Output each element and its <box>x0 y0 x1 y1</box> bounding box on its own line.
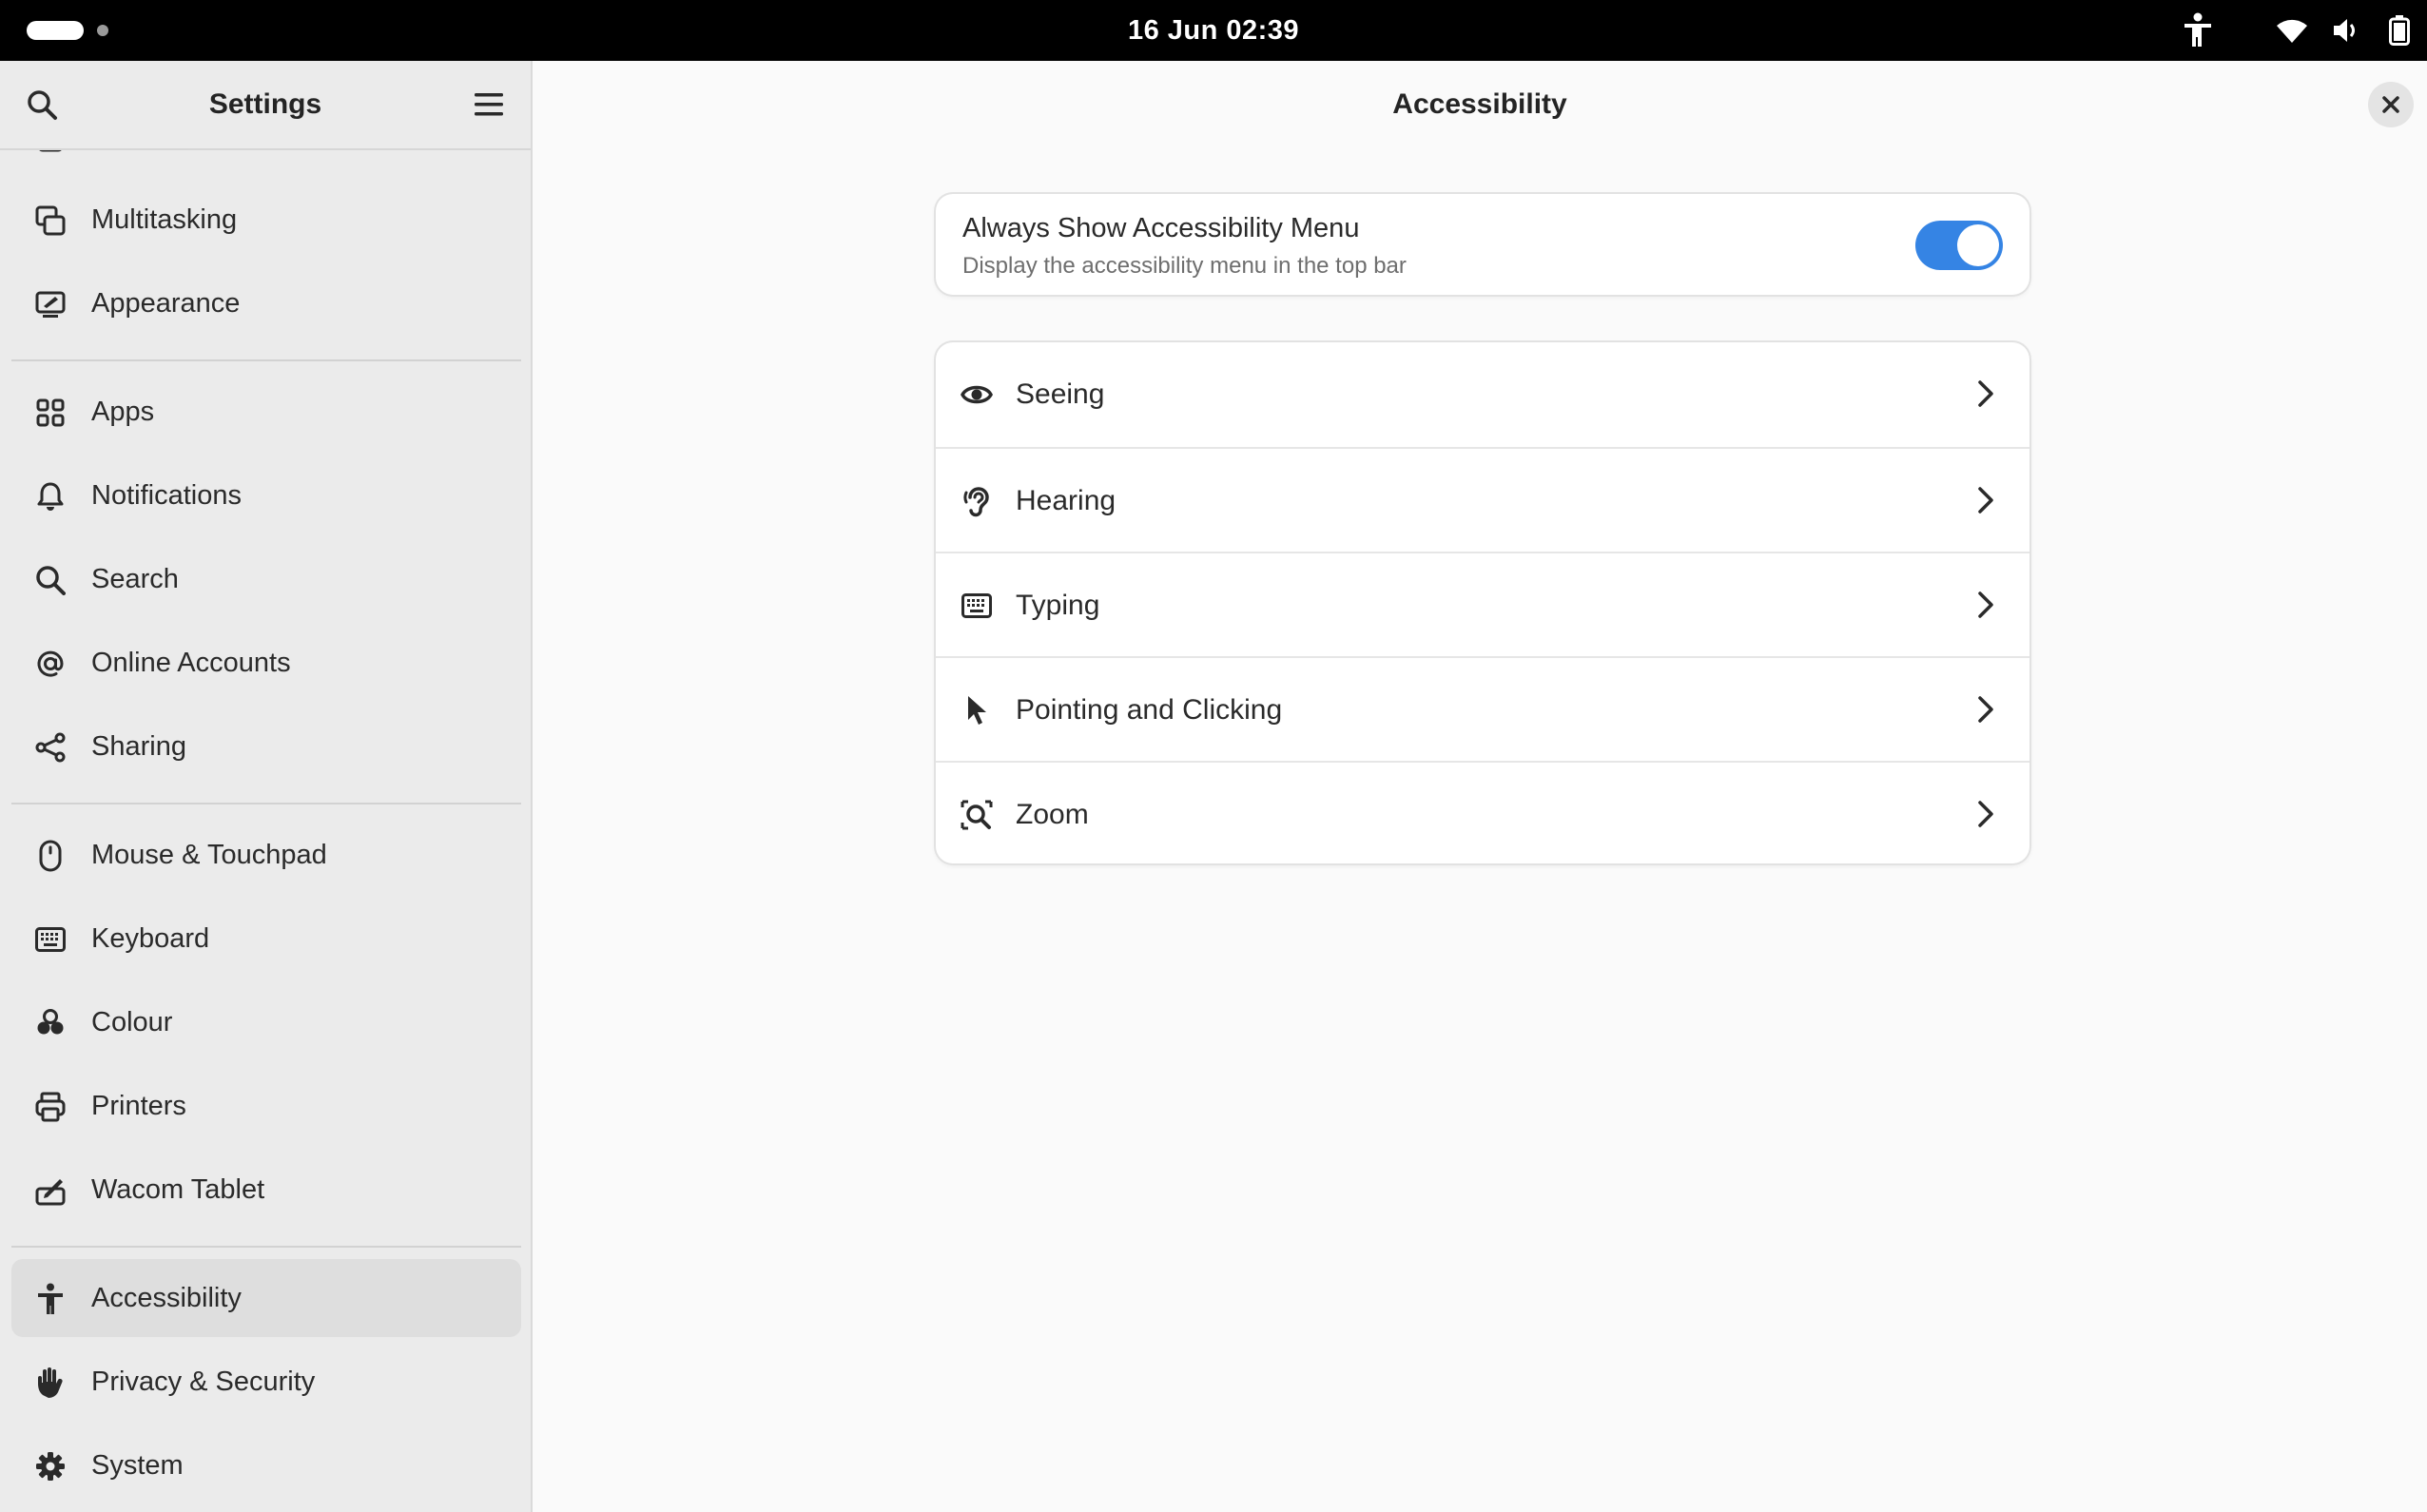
sidebar-item-sharing[interactable]: Sharing <box>11 708 521 785</box>
row-label: Zoom <box>1016 799 1089 830</box>
accessibility-icon <box>34 1283 67 1315</box>
sidebar-item-label: System <box>91 1449 184 1481</box>
sidebar-item-keyboard[interactable]: Keyboard <box>11 900 521 978</box>
row-typing[interactable]: Typing <box>936 552 2029 658</box>
row-pointing-clicking[interactable]: Pointing and Clicking <box>936 656 2029 763</box>
chevron-right-icon <box>1969 588 2003 622</box>
apps-icon <box>34 397 67 429</box>
sidebar-item-label: Printers <box>91 1090 186 1121</box>
sidebar-item-label: Search <box>91 563 179 594</box>
wifi-icon[interactable] <box>2275 16 2309 45</box>
toggle-title: Always Show Accessibility Menu <box>962 213 1360 243</box>
chevron-right-icon <box>1969 377 2003 411</box>
always-show-menu-row[interactable]: Always Show Accessibility Menu Display t… <box>936 194 2029 295</box>
chevron-right-icon <box>1969 797 2003 831</box>
row-seeing[interactable]: Seeing <box>936 342 2029 447</box>
sidebar: Settings Multitasking Appearance Apps No… <box>0 61 533 1512</box>
sidebar-item-label: Multitasking <box>91 204 238 235</box>
sidebar-item-apps[interactable]: Apps <box>11 373 521 451</box>
search-icon <box>34 564 67 596</box>
content-pane: Accessibility Always Show Accessibility … <box>533 61 2427 1512</box>
sidebar-item-search[interactable]: Search <box>11 540 521 618</box>
at-icon <box>34 648 67 680</box>
tablet-icon <box>34 1174 67 1207</box>
top-bar: 16 Jun 02:39 <box>0 0 2427 61</box>
sidebar-item-mouse-touchpad[interactable]: Mouse & Touchpad <box>11 816 521 894</box>
sidebar-item-label: Wacom Tablet <box>91 1173 265 1205</box>
volume-icon[interactable] <box>2332 16 2360 45</box>
chevron-right-icon <box>1969 692 2003 727</box>
row-hearing[interactable]: Hearing <box>936 447 2029 553</box>
pointer-icon <box>961 694 993 727</box>
sidebar-item-label: Keyboard <box>91 922 210 954</box>
share-icon <box>34 731 67 764</box>
battery-icon[interactable] <box>2389 15 2410 46</box>
sidebar-item-wacom-tablet[interactable]: Wacom Tablet <box>11 1151 521 1229</box>
hand-icon <box>34 1367 67 1399</box>
system-status-area[interactable] <box>2182 0 2410 61</box>
switch-knob <box>1957 224 1999 266</box>
sidebar-item-label: Privacy & Security <box>91 1366 316 1397</box>
chevron-right-icon <box>1969 483 2003 517</box>
sidebar-item-privacy-security[interactable]: Privacy & Security <box>11 1343 521 1421</box>
ear-icon <box>961 485 993 517</box>
row-label: Pointing and Clicking <box>1016 694 1283 726</box>
sidebar-item-label: Online Accounts <box>91 647 291 678</box>
always-show-menu-switch[interactable] <box>1915 221 2003 270</box>
clock[interactable]: 16 Jun 02:39 <box>0 0 2427 61</box>
sidebar-header: Settings <box>0 61 531 150</box>
sidebar-item-colour[interactable]: Colour <box>11 983 521 1061</box>
page-title: Accessibility <box>1392 88 1567 120</box>
sidebar-item-label: Accessibility <box>91 1282 242 1313</box>
sidebar-item-label: Colour <box>91 1006 173 1037</box>
sidebar-item-label: Mouse & Touchpad <box>91 839 327 870</box>
close-icon <box>2382 96 2399 113</box>
bell-icon <box>34 480 67 513</box>
mouse-icon <box>34 840 67 872</box>
appearance-icon <box>34 288 67 320</box>
row-label: Typing <box>1016 590 1100 621</box>
sidebar-item-label: Appearance <box>91 287 241 319</box>
printer-icon <box>34 1091 67 1123</box>
sidebar-item-accessibility[interactable]: Accessibility <box>11 1259 521 1337</box>
sidebar-item-label: Apps <box>91 396 155 427</box>
accessibility-categories-list: Seeing Hearing Typing Pointing and Click… <box>936 342 2029 863</box>
sidebar-item-system[interactable]: System <box>11 1426 521 1504</box>
eye-icon <box>961 378 993 411</box>
sidebar-item-multitasking[interactable]: Multitasking <box>11 181 521 259</box>
toggle-subtitle: Display the accessibility menu in the to… <box>962 253 1407 279</box>
sidebar-item-printers[interactable]: Printers <box>11 1067 521 1145</box>
sidebar-title: Settings <box>208 88 322 120</box>
sidebar-separator <box>11 1246 521 1248</box>
row-zoom[interactable]: Zoom <box>936 761 2029 863</box>
zoom-icon <box>961 799 993 831</box>
accessibility-icon[interactable] <box>2182 12 2214 48</box>
gear-icon <box>34 1450 67 1483</box>
row-label: Seeing <box>1016 378 1105 410</box>
sidebar-item-label: Sharing <box>91 730 186 762</box>
main-menu-button[interactable] <box>466 82 512 127</box>
colour-icon <box>34 1007 67 1039</box>
sidebar-item-label: Notifications <box>91 479 242 511</box>
close-button[interactable] <box>2368 82 2414 127</box>
sidebar-separator <box>11 803 521 804</box>
keyboard-icon <box>34 923 67 956</box>
sidebar-item-notifications[interactable]: Notifications <box>11 456 521 534</box>
keyboard-icon <box>961 590 993 622</box>
sidebar-separator <box>11 359 521 361</box>
sidebar-item-appearance[interactable]: Appearance <box>11 264 521 342</box>
sidebar-item-online-accounts[interactable]: Online Accounts <box>11 624 521 702</box>
hamburger-icon <box>475 93 503 116</box>
row-label: Hearing <box>1016 485 1116 516</box>
multitasking-icon <box>34 204 67 237</box>
